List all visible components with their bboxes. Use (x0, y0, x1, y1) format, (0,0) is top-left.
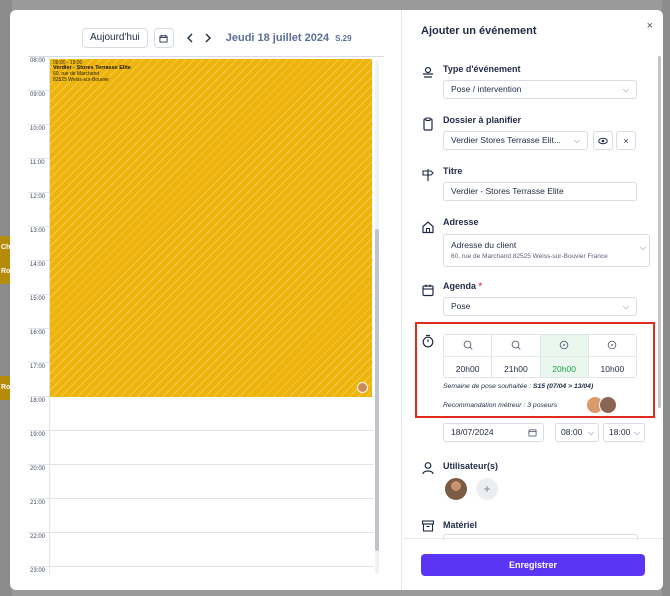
event-type-label: Type d'événement (443, 64, 521, 74)
current-date-label: Jeudi 18 juillet 2024 (225, 32, 330, 44)
hour-label: 22:00 (30, 534, 46, 540)
close-icon: × (623, 135, 629, 146)
material-label: Matériel (443, 520, 478, 530)
hour-slot[interactable]: 22:00 (28, 533, 374, 567)
footer-divider (403, 538, 663, 539)
previous-day-button[interactable] (182, 30, 198, 46)
close-icon[interactable]: × (647, 20, 653, 32)
title-input[interactable]: Verdier - Stores Terrasse Elite (443, 182, 637, 201)
material-select[interactable] (443, 534, 638, 540)
add-user-button[interactable]: + (476, 478, 498, 500)
event-form: Ajouter un événement × Type d'événement … (403, 10, 663, 590)
calendar-toolbar: Aujourd'hui Jeudi 18 juillet 2024 S.29 (82, 27, 352, 49)
hour-label: 08:00 (30, 58, 46, 64)
hour-label: 15:00 (30, 296, 46, 302)
agenda-select[interactable]: Pose ⌵ (443, 297, 637, 316)
hour-slot[interactable]: 21:00 (28, 499, 374, 533)
chevron-down-icon: ⌵ (622, 302, 629, 311)
week-number-label: S.29 (335, 33, 352, 43)
event-type-icon (423, 66, 433, 78)
hour-label: 21:00 (30, 500, 46, 506)
form-scrollbar[interactable] (658, 56, 661, 408)
calendar-event[interactable]: 08:00 - 18:00 Verdier - Stores Terrasse … (50, 59, 372, 397)
users-label: Utilisateur(s) (443, 461, 499, 471)
eye-icon (598, 137, 608, 144)
calendar-scrollbar-thumb[interactable] (375, 229, 379, 551)
annotation-highlight-box (415, 322, 655, 418)
background-app-right (662, 0, 670, 596)
hour-slot[interactable]: 18:00 (28, 397, 374, 431)
folder-select[interactable]: Verdier Stores Terrasse Elit... ⌵ (443, 131, 588, 150)
user-avatar[interactable] (443, 476, 469, 502)
address-detail: 60, rue de Marchand 82525 Weiss-sur-Bouv… (451, 253, 608, 260)
clipboard-icon (423, 117, 433, 131)
chevron-down-icon: ⌵ (639, 243, 646, 252)
view-folder-button[interactable] (593, 131, 613, 150)
hour-label: 09:00 (30, 92, 46, 98)
hour-label: 16:00 (30, 330, 46, 336)
hour-label: 20:00 (30, 466, 46, 472)
date-input[interactable]: 18/07/2024 (443, 423, 544, 442)
next-day-button[interactable] (200, 30, 216, 46)
hour-slot[interactable]: 20:00 (28, 465, 374, 499)
hour-label: 11:00 (30, 160, 45, 166)
start-time-select[interactable]: 08:00 ⌵ (555, 423, 599, 442)
hour-label: 12:00 (30, 194, 46, 200)
hour-label: 19:00 (30, 432, 46, 438)
hour-slot[interactable]: 19:00 (28, 431, 374, 465)
hour-label: 10:00 (30, 126, 46, 132)
calendar-icon (422, 284, 434, 297)
user-icon (422, 462, 434, 475)
chevron-right-icon (205, 33, 211, 43)
hour-slot[interactable]: 23:00 (28, 567, 374, 574)
address-label: Adresse (443, 217, 479, 227)
calendar-grid[interactable]: 08:00 09:00 10:00 11:00 12:00 13:00 14:0… (28, 56, 384, 574)
add-event-modal: Aujourd'hui Jeudi 18 juillet 2024 S.29 0… (10, 10, 663, 590)
required-mark: * (478, 281, 483, 291)
day-calendar: Aujourd'hui Jeudi 18 juillet 2024 S.29 0… (10, 10, 402, 590)
home-icon (422, 221, 434, 234)
signpost-icon (422, 169, 434, 181)
form-title: Ajouter un événement (421, 25, 537, 37)
hour-label: 23:00 (30, 568, 46, 574)
hour-label: 14:00 (30, 262, 46, 268)
title-label: Titre (443, 166, 463, 176)
folder-label: Dossier à planifier (443, 115, 522, 125)
clear-folder-button[interactable]: × (616, 131, 636, 150)
chevron-down-icon: ⌵ (573, 136, 580, 145)
chevron-down-icon: ⌵ (587, 428, 594, 437)
address-main: Adresse du client (451, 240, 517, 250)
calendar-icon (528, 429, 537, 437)
event-type-select[interactable]: Pose / intervention ⌵ (443, 80, 637, 99)
avatar-face (451, 481, 461, 491)
chevron-down-icon: ⌵ (633, 428, 640, 437)
chevron-left-icon (186, 33, 193, 43)
hour-label: 17:00 (30, 364, 46, 370)
today-button[interactable]: Aujourd'hui (82, 28, 148, 48)
archive-box-icon (421, 520, 435, 532)
event-address-line: 82525 Weiss-sur-Bouvier (53, 77, 110, 83)
chevron-down-icon: ⌵ (622, 85, 629, 94)
hour-label: 18:00 (30, 398, 46, 404)
agenda-label: Agenda * (443, 281, 483, 291)
address-select[interactable]: Adresse du client 60, rue de Marchand 82… (443, 234, 650, 267)
save-button[interactable]: Enregistrer (421, 554, 645, 576)
hour-label: 13:00 (30, 228, 46, 234)
event-user-avatar (357, 382, 368, 393)
end-time-select[interactable]: 18:00 ⌵ (603, 423, 645, 442)
calendar-icon (159, 34, 168, 43)
date-picker-button[interactable] (153, 28, 174, 48)
